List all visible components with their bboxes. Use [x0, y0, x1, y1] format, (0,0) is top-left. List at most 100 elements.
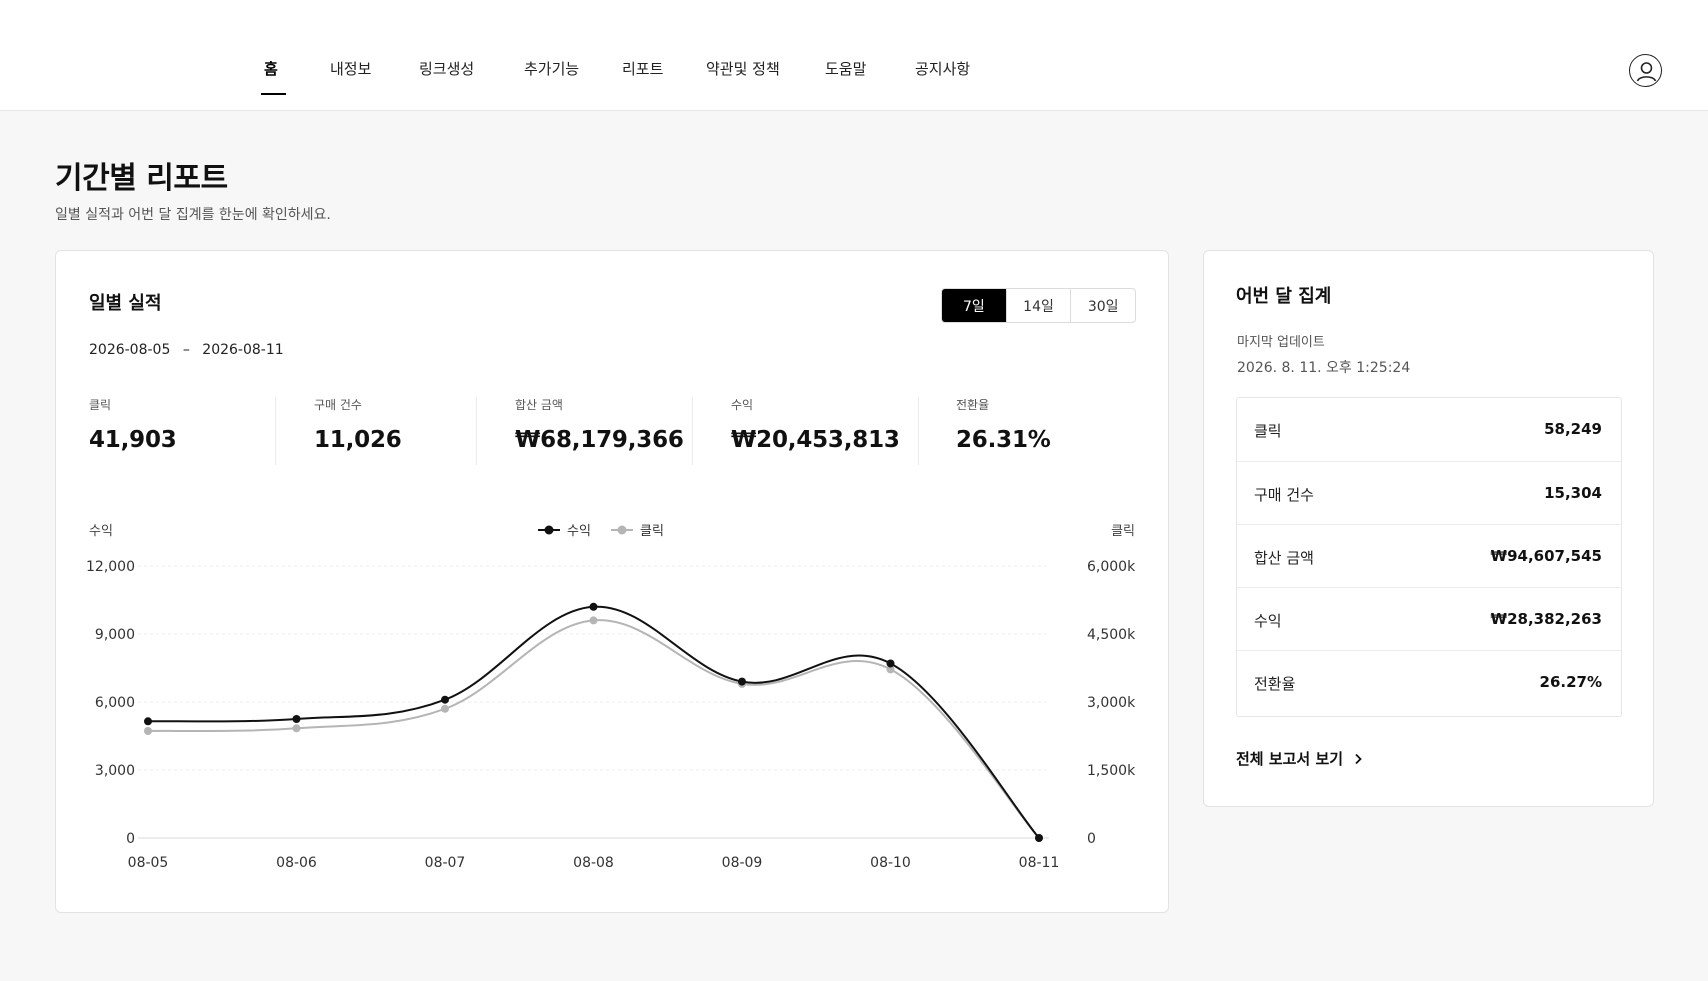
range-tab-7d[interactable]: 7일 — [942, 289, 1006, 322]
y-left-tick-label: 9,000 — [95, 627, 135, 643]
stat-label: 합산 금액 — [515, 398, 563, 412]
top-navigation-bar: 홈 내정보 링크생성 추가기능 리포트 약관및 정책 도움말 공지사항 — [0, 0, 1708, 111]
legend-swatch-dot — [617, 525, 627, 535]
data-point-revenue — [144, 717, 152, 726]
date-start: 2026-08-05 — [89, 342, 171, 358]
stat-revenue: 수익 ₩20,453,813 — [731, 396, 900, 466]
range-tab-30d[interactable]: 30일 — [1070, 289, 1135, 322]
stat-value: ₩20,453,813 — [731, 427, 900, 453]
y-right-tick-label: 4,500k — [1087, 627, 1136, 643]
data-point-revenue — [292, 715, 301, 723]
y-left-tick-label: 6,000 — [95, 695, 135, 711]
full-report-label: 전체 보고서 보기 — [1236, 750, 1344, 768]
monthly-summary-card: 어번 달 집계 마지막 업데이트 2026. 8. 11. 오후 1:25:24… — [1203, 250, 1654, 807]
summary-label: 클릭 — [1254, 422, 1282, 440]
daily-line-chart: 0 3,000 6,000 9,000 12,000 0 1,500k 3,000k 4,500… — [56, 501, 1170, 901]
stat-label: 구매 건수 — [314, 398, 362, 412]
chevron-right-icon — [1355, 753, 1362, 764]
stat-divider — [275, 397, 276, 465]
stat-divider — [476, 397, 477, 465]
legend-label: 수익 — [567, 524, 591, 539]
summary-row-revenue: 수익 ₩28,382,263 — [1237, 587, 1621, 650]
x-tick-label: 08-06 — [276, 855, 317, 871]
data-point-revenue — [886, 659, 895, 668]
nav-item-home[interactable]: 홈 — [264, 58, 278, 79]
nav-item-report[interactable]: 리포트 — [622, 58, 663, 79]
summary-label: 구매 건수 — [1254, 486, 1314, 504]
nav-item-link-create[interactable]: 링크생성 — [419, 58, 474, 79]
x-tick-label: 08-10 — [870, 855, 911, 871]
summary-value: 26.27% — [1539, 673, 1602, 691]
y-left-tick-label: 3,000 — [95, 763, 135, 779]
y-right-tick-label: 0 — [1087, 831, 1096, 847]
y-right-axis-title: 클릭 — [1111, 524, 1135, 539]
stat-total-amount: 합산 금액 ₩68,179,366 — [515, 396, 684, 466]
last-update-label: 마지막 업데이트 — [1237, 335, 1325, 350]
user-profile-button[interactable] — [1629, 54, 1662, 87]
x-tick-label: 08-09 — [722, 855, 763, 871]
full-report-link[interactable]: 전체 보고서 보기 — [1236, 748, 1363, 769]
x-tick-label: 08-11 — [1019, 855, 1060, 871]
summary-value: ₩28,382,263 — [1490, 610, 1602, 628]
summary-row-total-amount: 합산 금액 ₩94,607,545 — [1237, 524, 1621, 587]
data-point-clicks — [292, 724, 301, 733]
stat-conversion-rate: 전환율 26.31% — [956, 396, 1051, 466]
data-point-revenue — [589, 602, 598, 611]
user-circle-icon — [1636, 62, 1657, 82]
y-left-tick-label: 0 — [126, 831, 135, 847]
y-right-tick-label: 6,000k — [1087, 559, 1136, 575]
nav-item-notice[interactable]: 공지사항 — [915, 58, 970, 79]
nav-item-terms-policy[interactable]: 약관및 정책 — [706, 58, 780, 79]
x-tick-label: 08-08 — [573, 855, 614, 871]
active-tab-indicator — [261, 93, 286, 95]
stat-value: ₩68,179,366 — [515, 427, 684, 453]
stat-purchases: 구매 건수 11,026 — [314, 396, 402, 466]
legend-swatch-dot — [544, 525, 554, 535]
y-left-axis-title: 수익 — [89, 524, 113, 539]
daily-card-title: 일별 실적 — [89, 293, 162, 314]
summary-value: 15,304 — [1544, 484, 1602, 502]
date-range: 2026-08-05 – 2026-08-11 — [89, 342, 284, 358]
summary-label: 수익 — [1254, 612, 1282, 630]
summary-label: 합산 금액 — [1254, 549, 1314, 567]
summary-value: 58,249 — [1544, 420, 1602, 438]
y-left-tick-label: 12,000 — [86, 559, 135, 575]
date-separator: – — [182, 342, 190, 358]
summary-table: 클릭 58,249 구매 건수 15,304 합산 금액 ₩94,607,545… — [1236, 397, 1622, 717]
stat-divider — [692, 397, 693, 465]
series-line-clicks — [147, 619, 1040, 839]
daily-performance-card: 일별 실적 7일 14일 30일 2026-08-05 – 2026-08-11… — [55, 250, 1169, 913]
monthly-card-title: 어번 달 집계 — [1236, 286, 1332, 307]
data-point-revenue — [1035, 834, 1043, 842]
nav-item-add-features[interactable]: 추가기능 — [524, 58, 579, 79]
summary-row-purchases: 구매 건수 15,304 — [1237, 461, 1621, 524]
summary-row-clicks: 클릭 58,249 — [1237, 398, 1621, 461]
last-update-time: 2026. 8. 11. 오후 1:25:24 — [1237, 360, 1411, 376]
page-title: 기간별 리포트 — [55, 161, 228, 196]
y-right-tick-label: 1,500k — [1087, 763, 1136, 779]
series-line-revenue — [147, 605, 1040, 839]
data-point-clicks — [441, 704, 449, 713]
stat-label: 전환율 — [956, 398, 990, 412]
data-point-clicks — [144, 727, 152, 736]
nav-item-help[interactable]: 도움말 — [825, 58, 866, 79]
summary-value: ₩94,607,545 — [1490, 547, 1602, 565]
range-tab-14d[interactable]: 14일 — [1005, 289, 1071, 322]
stat-label: 클릭 — [89, 398, 112, 412]
chart-canvas: 0 3,000 6,000 9,000 12,000 0 1,500k 3,000k 4,500… — [86, 524, 1136, 871]
x-tick-label: 08-05 — [128, 855, 169, 871]
range-selector: 7일 14일 30일 — [941, 288, 1136, 323]
stat-value: 26.31% — [956, 427, 1051, 453]
nav-item-my-info[interactable]: 내정보 — [330, 58, 371, 79]
stat-label: 수익 — [731, 398, 754, 412]
summary-row-conversion-rate: 전환율 26.27% — [1237, 650, 1621, 713]
stat-value: 41,903 — [89, 427, 177, 453]
data-point-revenue — [738, 677, 746, 686]
stat-divider — [918, 397, 919, 465]
legend-label: 클릭 — [640, 524, 664, 539]
date-end: 2026-08-11 — [202, 342, 284, 358]
page-subtitle: 일별 실적과 어번 달 집계를 한눈에 확인하세요. — [55, 207, 331, 223]
stat-value: 11,026 — [314, 427, 402, 453]
summary-label: 전환율 — [1254, 675, 1296, 693]
y-right-tick-label: 3,000k — [1087, 695, 1136, 711]
